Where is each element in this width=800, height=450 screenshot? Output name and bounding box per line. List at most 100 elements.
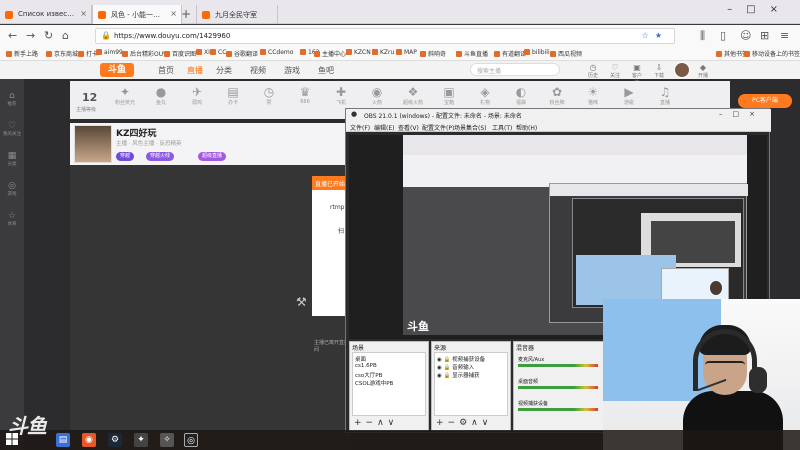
sidebar-item-sports[interactable]: ☆ 体育	[0, 211, 24, 227]
home-icon[interactable]: ⌂	[62, 29, 69, 42]
gift-item[interactable]: ✈ 弱鸡	[182, 85, 212, 106]
bookmark-item[interactable]: 斗鱼直播	[456, 49, 488, 58]
gift-item[interactable]: ◉ 火箭	[362, 85, 392, 106]
gift-item[interactable]: ❖ 超级火箭	[398, 85, 428, 106]
menu-edit[interactable]: 编辑(E)	[374, 123, 394, 132]
history-icon[interactable]: ◷ 历史	[586, 63, 600, 79]
obs-icon[interactable]: ◎	[184, 433, 198, 447]
menu-icon[interactable]: ≡	[780, 29, 789, 42]
bookmark-item[interactable]: KZCN	[346, 49, 371, 56]
bookmark-item[interactable]: 移动设备上的书签	[744, 49, 800, 58]
sidebar-item-game[interactable]: ◎ 游戏	[0, 181, 24, 197]
nav-video[interactable]: 视频	[250, 65, 266, 76]
bookmark-item[interactable]: bilibili	[524, 49, 550, 56]
bookmark-item[interactable]: 京东商城	[46, 49, 78, 58]
gift-item[interactable]: ♛ 666	[290, 85, 320, 105]
video-player[interactable]: 直播已开始 rtmp 扫 ⚒ 主播已离开直播间	[70, 165, 382, 450]
source-item[interactable]: ◉ 🔒 视频捕获设备	[437, 355, 485, 363]
bookmark-item[interactable]: 打卡	[78, 49, 98, 58]
obs-window-controls[interactable]: –□×	[719, 110, 765, 118]
bookmark-item[interactable]: XI	[196, 49, 210, 56]
tab-douyu[interactable]: 风色 - 小能一躲直播_后台精彩 ×	[92, 5, 182, 24]
gift-item[interactable]: ✦ 粉丝荧光	[110, 85, 140, 106]
scene-toolbar[interactable]: +−∧∨	[354, 418, 398, 428]
scene-item[interactable]: 桌面	[355, 355, 366, 363]
source-item[interactable]: ◉ 🔒 音频输入	[437, 363, 474, 371]
tab-card-list[interactable]: Список известных хаки карт ×	[0, 5, 92, 24]
menu-tools[interactable]: 工具(T)	[492, 123, 512, 132]
menu-file[interactable]: 文件(F)	[350, 123, 370, 132]
scene-item[interactable]: CSOL游戏中PB	[355, 379, 393, 387]
close-icon[interactable]: ×	[80, 9, 87, 18]
pc-client-button[interactable]: PC客户端	[738, 94, 792, 108]
menu-scene-collection[interactable]: 场景集合(S)	[454, 123, 487, 132]
tab-third[interactable]: 九月全民守室	[196, 5, 278, 24]
bookmark-star-icon[interactable]: ☆★	[642, 31, 668, 40]
vip-icon[interactable]: ◆ 开播	[696, 63, 710, 79]
nav-fishbar[interactable]: 鱼吧	[318, 65, 334, 76]
nav-game[interactable]: 游戏	[284, 65, 300, 76]
nav-live[interactable]: 直播	[187, 65, 203, 76]
bookmark-item[interactable]: KZru	[372, 49, 394, 56]
bookmark-item[interactable]: 谷歌翻译	[226, 49, 258, 58]
gift-item[interactable]: ◈ 礼物	[470, 85, 500, 106]
scene-item[interactable]: cso大厅PB	[355, 371, 382, 379]
steam-icon[interactable]: ⚙	[108, 433, 122, 447]
bookmark-item[interactable]: 斜响奇	[420, 49, 446, 58]
download-icon[interactable]: ⇩ 下载	[652, 63, 666, 79]
gift-item[interactable]: ☀ 猫咪	[578, 85, 608, 106]
gift-item[interactable]: ♫ 直播	[650, 85, 680, 106]
bookmark-item[interactable]: 新手上路	[6, 49, 38, 58]
gift-item[interactable]: ▣ 宝箱	[434, 85, 464, 106]
cs-icon[interactable]: ✦	[134, 433, 148, 447]
bookmark-item[interactable]: 主播中心	[314, 49, 346, 58]
back-icon[interactable]: ←	[8, 29, 17, 42]
bookmark-item[interactable]: 西瓜视频	[550, 49, 582, 58]
url-bar[interactable]: 🔒 https://www.douyu.com/1429960 ☆★	[95, 28, 675, 44]
sidebar-icon[interactable]: ▯	[720, 29, 726, 42]
douyu-logo[interactable]: 斗鱼	[100, 63, 134, 77]
bookmark-item[interactable]: 后台精彩OUW	[122, 49, 169, 58]
search-input[interactable]: 搜索主播	[470, 63, 560, 76]
forward-icon[interactable]: →	[26, 29, 35, 42]
sidebar-item-recommend[interactable]: ⌂ 推荐	[0, 91, 24, 107]
streamer-tag[interactable]: 穿越	[116, 152, 135, 161]
streamer-tag[interactable]: 超级直播	[198, 152, 227, 161]
bookmark-item[interactable]: aim99	[96, 49, 123, 56]
bookmark-item[interactable]: CCdemo	[260, 49, 293, 56]
csol-icon[interactable]: ✧	[160, 433, 174, 447]
source-toolbar[interactable]: +−⚙∧∨	[436, 418, 492, 428]
menu-profile[interactable]: 配置文件(P)	[422, 123, 454, 132]
streamer-tag[interactable]: 穿越火线	[146, 152, 175, 161]
gift-item[interactable]: ◷ 赞	[254, 85, 284, 106]
close-icon[interactable]: ×	[170, 9, 177, 18]
mixer-meter[interactable]	[518, 408, 598, 411]
scene-item[interactable]: cs1.6PB	[355, 363, 377, 369]
sidebar-item-category[interactable]: ▦ 分类	[0, 151, 24, 167]
extension-icon[interactable]: ⊞	[760, 29, 769, 42]
nav-category[interactable]: 分类	[216, 65, 232, 76]
reload-icon[interactable]: ↻	[44, 29, 53, 42]
gift-item[interactable]: ▤ 办卡	[218, 85, 248, 106]
account-icon[interactable]: ☺	[740, 29, 751, 42]
bookmark-item[interactable]: MAP	[396, 49, 417, 56]
avatar[interactable]	[674, 62, 690, 78]
gift-item[interactable]: ✚ 飞机	[326, 85, 356, 106]
gift-item[interactable]: ◐ 福袋	[506, 85, 536, 106]
mixer-meter[interactable]	[518, 386, 598, 389]
explorer-icon[interactable]: ▤	[56, 433, 70, 447]
nav-home[interactable]: 首页	[158, 65, 174, 76]
bookmark-item[interactable]: 有道翻译	[494, 49, 526, 58]
gift-item[interactable]: ✿ 粉丝牌	[542, 85, 572, 106]
streamer-avatar[interactable]	[74, 125, 112, 163]
library-icon[interactable]: ⫼	[700, 29, 705, 43]
bookmark-item[interactable]: CC	[210, 49, 226, 56]
new-tab-icon[interactable]: +	[181, 7, 191, 21]
menu-help[interactable]: 帮助(H)	[516, 123, 537, 132]
mixer-meter[interactable]	[518, 364, 598, 367]
window-controls[interactable]: –□×	[727, 4, 792, 15]
bookmark-item[interactable]: 百度识图	[164, 49, 196, 58]
firefox-icon[interactable]: ◉	[82, 433, 96, 447]
follow-icon[interactable]: ♡ 关注	[608, 63, 622, 79]
menu-view[interactable]: 查看(V)	[398, 123, 419, 132]
